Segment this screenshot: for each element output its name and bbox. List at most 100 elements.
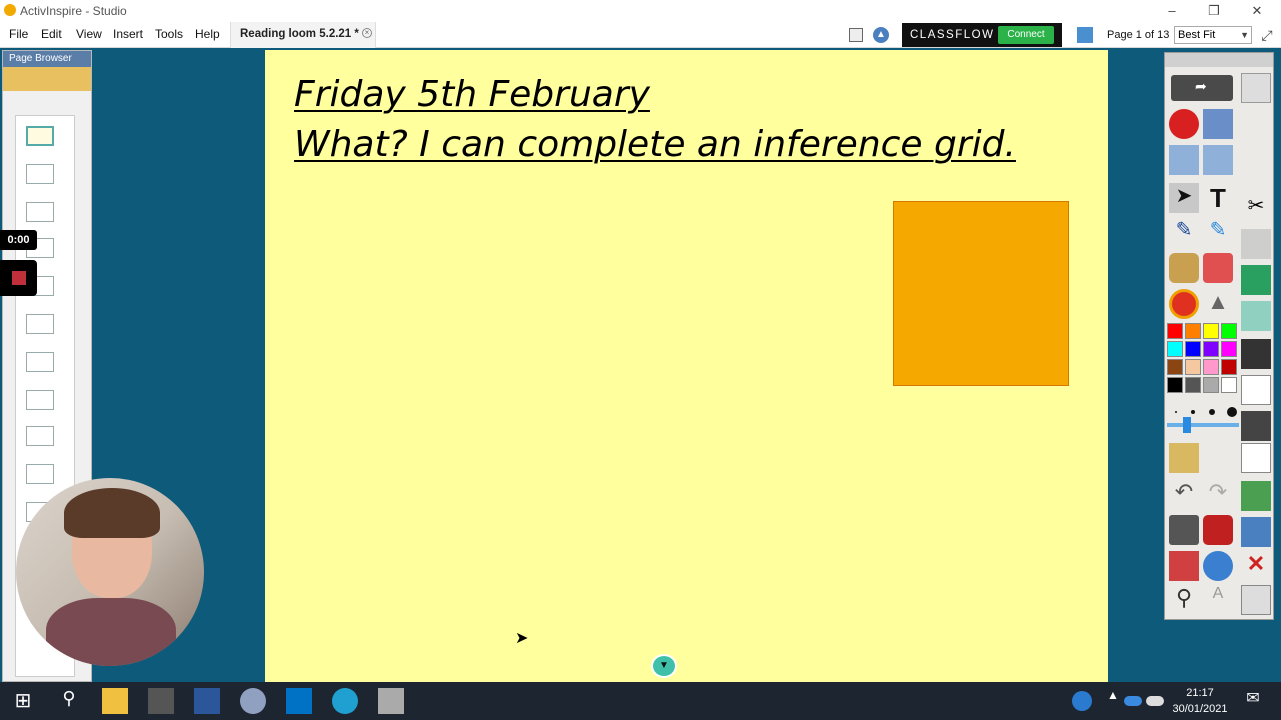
maximize-button[interactable]: ❐ [1199,2,1229,20]
record-icon[interactable] [1169,109,1199,139]
eraser-icon[interactable] [1203,253,1233,283]
colour-swatch[interactable] [1167,341,1183,357]
minimize-button[interactable]: – [1157,2,1187,20]
group-icon[interactable] [1241,229,1271,259]
colour-swatch[interactable] [1203,377,1219,393]
colour-swatch[interactable] [1221,377,1237,393]
menu-insert[interactable]: Insert [113,27,143,41]
close-toolbox-icon[interactable]: ✕ [1241,551,1271,581]
browser-icon[interactable] [1203,551,1233,581]
magnifier-icon[interactable]: ⚲ [1169,585,1199,615]
page-thumbnail[interactable] [26,464,54,484]
page-thumbnail[interactable] [26,314,54,334]
menu-view[interactable]: View [76,27,102,41]
text-recognition-icon[interactable]: A [1203,585,1233,615]
activinspire-taskbar-icon[interactable] [378,688,404,714]
browser-tabs[interactable] [3,67,91,91]
connector-icon[interactable] [1241,301,1271,331]
paint-icon[interactable] [240,688,266,714]
image-icon[interactable] [1241,481,1271,511]
page-thumbnail[interactable] [26,126,54,146]
page-icon[interactable] [1241,443,1271,473]
width-slider[interactable] [1167,417,1239,433]
heading-date[interactable]: Friday 5th February [294,74,650,115]
resources-icon[interactable] [1169,551,1199,581]
undo-icon[interactable]: ↶ [1169,479,1199,509]
stop-recording-button[interactable] [0,260,37,296]
fill-icon[interactable] [1169,253,1199,283]
spotlight-icon[interactable] [1169,515,1199,545]
delete-icon[interactable] [1241,411,1271,441]
onedrive-icon[interactable] [1124,696,1142,706]
scissors-icon[interactable]: ✂ [1241,193,1271,223]
close-tab-icon[interactable]: × [362,28,372,38]
insert-link-icon[interactable] [1241,517,1271,547]
menu-file[interactable]: File [9,27,28,41]
outlook-icon[interactable] [286,688,312,714]
layer-icon[interactable] [1241,265,1271,295]
colour-swatch[interactable] [1167,323,1183,339]
close-window-button[interactable]: ✕ [1242,2,1272,20]
heading-objective[interactable]: What? I can complete an inference grid. [294,124,1016,165]
pen-width-selector[interactable] [1175,407,1245,417]
colour-swatch[interactable] [1221,341,1237,357]
colour-swatch[interactable] [1221,323,1237,339]
pen-icon[interactable]: ✎ [1169,217,1199,247]
colour-swatch[interactable] [1185,341,1201,357]
inspire-icon[interactable]: ▲ [873,27,889,43]
next-page-icon[interactable] [1203,145,1233,175]
flipchart-icon[interactable] [849,28,863,42]
taskbar-clock[interactable]: 21:17 30/01/2021 [1160,685,1240,717]
page-thumbnail[interactable] [26,426,54,446]
fullscreen-icon[interactable]: ⤢ [1258,26,1276,44]
page-thumbnail[interactable] [26,202,54,222]
slider-thumb[interactable] [1183,417,1191,433]
highlighter-icon[interactable]: ✎ [1203,217,1233,247]
shape-icon[interactable]: ▲ [1203,289,1233,319]
menu-tools[interactable]: Tools [155,27,183,41]
colour-swatch[interactable] [1221,359,1237,375]
word-icon[interactable] [194,688,220,714]
sims-icon[interactable] [148,688,174,714]
colour-swatch[interactable] [1203,341,1219,357]
menu-help[interactable]: Help [195,27,220,41]
page-thumbnail[interactable] [26,390,54,410]
search-icon[interactable]: ⚲ [56,688,82,714]
file-explorer-icon[interactable] [102,688,128,714]
colour-swatch[interactable] [1167,377,1183,393]
help-icon[interactable] [1072,691,1092,711]
zoom-select[interactable]: Best Fit ▼ [1174,26,1252,44]
select-icon[interactable]: ➤ [1169,183,1199,213]
document-tab[interactable]: Reading loom 5.2.21 * × [230,22,376,48]
clipboard-icon[interactable] [1241,339,1271,369]
page-thumbnail[interactable] [26,352,54,372]
previous-page-icon[interactable] [1169,145,1199,175]
edge-icon[interactable] [332,688,358,714]
colour-swatch[interactable] [1167,359,1183,375]
colour-swatch[interactable] [1185,323,1201,339]
paste-icon[interactable] [1241,585,1271,615]
colour-swatch[interactable] [1185,377,1201,393]
chevron-up-icon[interactable]: ▲ [1100,688,1126,714]
windows-start-icon[interactable]: ⊞ [10,688,36,714]
expand-down-icon[interactable]: ▼ [651,654,677,678]
snowflake-icon[interactable] [1077,27,1093,43]
page-thumbnail[interactable] [26,164,54,184]
colour-picker-icon[interactable] [1169,289,1199,319]
text-icon[interactable]: T [1203,183,1233,213]
notifications-icon[interactable]: ✉ [1240,688,1266,714]
colour-swatch[interactable] [1203,359,1219,375]
dice-icon[interactable] [1203,515,1233,545]
orange-rectangle-shape[interactable] [893,201,1069,386]
connect-button[interactable]: Connect [998,26,1054,44]
tools-icon[interactable] [1203,109,1233,139]
flipchart-page[interactable]: Friday 5th February What? I can complete… [265,50,1108,682]
camera-icon[interactable] [1169,443,1199,473]
share-button[interactable]: ➦ [1171,75,1233,101]
edit-profiles-icon[interactable] [1241,73,1271,103]
menu-edit[interactable]: Edit [41,27,62,41]
colour-swatch[interactable] [1185,359,1201,375]
redo-icon[interactable]: ↷ [1203,479,1233,509]
duplicate-icon[interactable] [1241,375,1271,405]
colour-swatch[interactable] [1203,323,1219,339]
